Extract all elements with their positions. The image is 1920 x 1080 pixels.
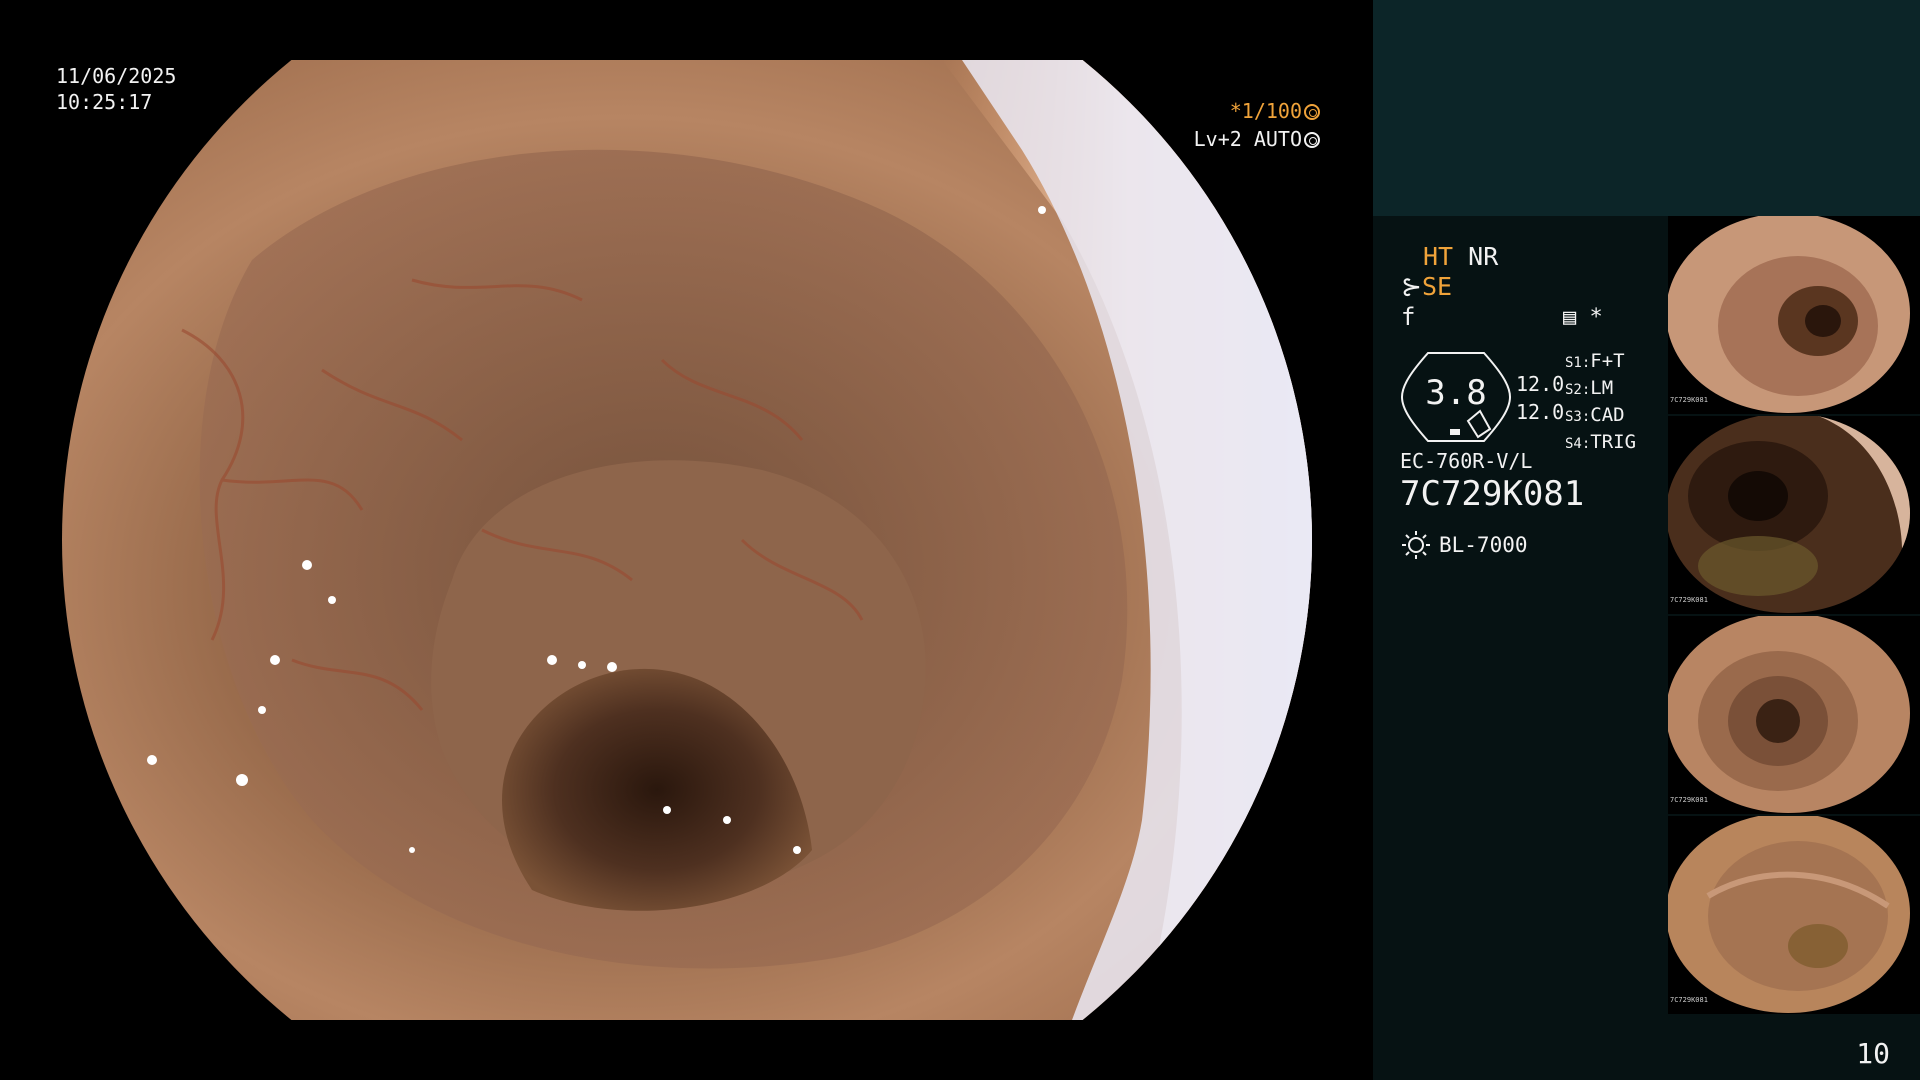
num-bottom: 12.0 (1516, 400, 1565, 424)
endoscope-live-view (62, 60, 1312, 1020)
mode-value: CAD (1590, 404, 1625, 426)
thumbnail-image (1668, 816, 1910, 1013)
switch-modes: S1:F+T S2:LM S3:CAD S4:TRIG (1565, 349, 1636, 457)
image-enhancement-row: HT NR (1423, 242, 1498, 271)
structure-icon: ⊱ (1401, 272, 1422, 301)
mode-key: S2: (1565, 382, 1591, 398)
light-source-label: BL-7000 (1439, 533, 1528, 557)
thumbnail-image (1668, 216, 1910, 413)
captured-thumbnails: 7C729K081 7C729K081 7C729K081 7C729K081 (1668, 216, 1920, 1016)
thumbnail-image (1668, 416, 1910, 613)
thumbnail-serial: 7C729K081 (1670, 796, 1708, 804)
datetime: 11/06/2025 10:25:17 (56, 63, 176, 115)
mode-value: LM (1590, 377, 1614, 399)
mode-value: TRIG (1590, 431, 1637, 453)
thumbnail[interactable]: 7C729K081 (1668, 416, 1920, 614)
thumbnail[interactable]: 7C729K081 (1668, 816, 1920, 1014)
mode-key: S3: (1565, 409, 1591, 425)
zoom-value: 3.8 (1425, 373, 1487, 413)
endoscopy-screen: 11/06/2025 10:25:17 *1/100 Lv+2 AUTO HT … (0, 0, 1920, 1080)
thumbnail[interactable]: 7C729K081 (1668, 216, 1920, 414)
asterisk-symbol: * (1589, 305, 1603, 330)
freeze-row: f (1401, 303, 1415, 331)
mode-key: S1: (1565, 355, 1591, 371)
num-top: 12.0 (1516, 372, 1565, 396)
mode-key: S4: (1565, 436, 1591, 452)
thumbnail-serial: 7C729K081 (1670, 996, 1708, 1004)
shutter-indicator: *1/100 (1230, 98, 1320, 124)
thumbnail[interactable]: 7C729K081 (1668, 616, 1920, 814)
colon-image (62, 60, 1312, 1020)
shutter-icon (1304, 104, 1320, 120)
time-text: 10:25:17 (56, 90, 153, 114)
scope-serial: 7C729K081 (1400, 474, 1585, 514)
status-icons-row: ▤ * (1563, 305, 1603, 330)
ht-label: HT (1423, 242, 1454, 271)
info-panel-header (1373, 0, 1920, 216)
se-label: SE (1421, 272, 1453, 301)
scope-model: EC-760R-V/L (1400, 449, 1533, 473)
numeric-readout: 12.0 12.0 (1516, 370, 1564, 426)
date-text: 11/06/2025 (56, 64, 177, 88)
light-source-icon (1402, 531, 1430, 559)
frame-count: 10 (1856, 1037, 1890, 1070)
structure-enhancement-row: ⊱SE (1401, 272, 1452, 301)
thumbnail-serial: 7C729K081 (1670, 596, 1708, 604)
thumbnail-image (1668, 616, 1910, 813)
mode-value: F+T (1590, 350, 1625, 372)
iris-icon (1304, 132, 1320, 148)
shutter-text: *1/100 (1229, 99, 1302, 123)
menu-icon: ▤ (1563, 305, 1577, 330)
f-symbol: f (1401, 303, 1416, 331)
level-text: Lv+2 AUTO (1193, 127, 1302, 151)
nr-label: NR (1468, 242, 1499, 271)
thumbnail-serial: 7C729K081 (1670, 396, 1708, 404)
brightness-level-indicator: Lv+2 AUTO (1194, 126, 1320, 152)
